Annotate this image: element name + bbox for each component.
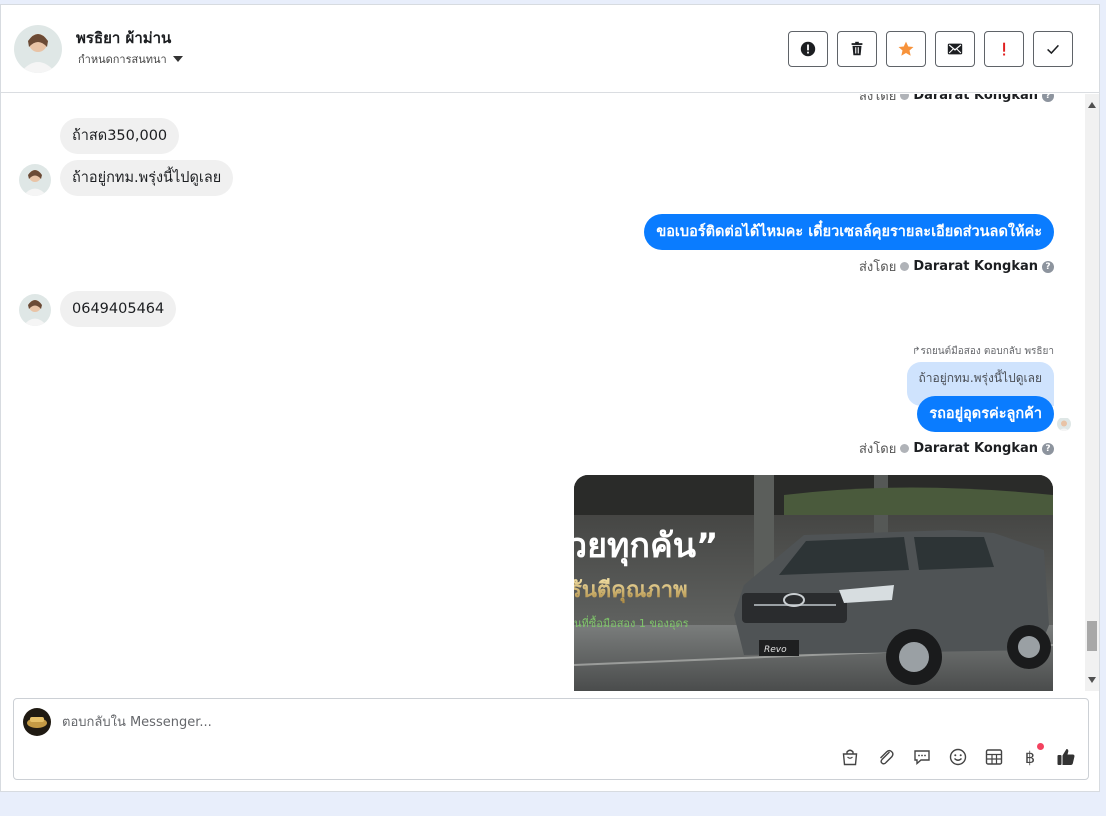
scroll-down-arrow-icon[interactable] <box>1088 677 1096 683</box>
verified-dot-icon <box>900 94 910 100</box>
scrollbar-thumb[interactable] <box>1087 621 1097 651</box>
verified-dot-icon <box>900 262 910 271</box>
outgoing-message[interactable]: ขอเบอร์ติดต่อได้ไหมคะ เดี๋ยวเซลล์คุยรายล… <box>644 214 1054 250</box>
agent-name: Dararat Kongkan <box>913 441 1038 456</box>
emoji-button[interactable] <box>946 745 970 769</box>
like-icon <box>1057 749 1075 765</box>
outgoing-message[interactable]: รถอยู่อุดรค่ะลูกค้า <box>917 396 1054 432</box>
attach-button[interactable] <box>874 745 898 769</box>
thread-scrollbar[interactable] <box>1085 94 1099 691</box>
reply-context-note: ↱รถยนต์มือสอง ตอบกลับ พรธิยา <box>912 346 1054 357</box>
envelope-icon <box>947 43 963 55</box>
mark-unread-button[interactable] <box>935 31 975 67</box>
incoming-message[interactable]: ถ้าอยู่กทม.พรุ่งนี้ไปดูเลย <box>60 160 234 196</box>
star-icon <box>898 41 914 56</box>
saved-reply-button[interactable] <box>910 745 934 769</box>
reply-composer: ฿ <box>13 698 1089 780</box>
sent-by-line: ส่งโดย Dararat Kongkan ? <box>859 256 1054 277</box>
caret-down-icon <box>172 56 183 62</box>
contact-avatar[interactable] <box>14 25 62 73</box>
scroll-up-arrow-icon[interactable] <box>1088 102 1096 108</box>
bag-icon <box>842 749 858 766</box>
contact-avatar-small <box>19 294 51 326</box>
assign-conversation-dropdown[interactable]: กำหนดการสนทนา <box>78 50 183 68</box>
composer-tools: ฿ <box>838 743 1078 769</box>
image-caption-line2: รันตีคุณภาพ <box>574 578 688 604</box>
contact-avatar-small <box>19 164 51 196</box>
agent-name: Dararat Kongkan <box>913 259 1038 274</box>
conversation-header: พรธิยา ผ้าม่าน กำหนดการสนทนา <box>1 5 1099 93</box>
notification-dot <box>1037 743 1044 750</box>
baht-icon: ฿ <box>1024 747 1036 767</box>
help-icon[interactable]: ? <box>1042 442 1054 455</box>
spam-button[interactable] <box>788 31 828 67</box>
header-actions <box>788 31 1073 67</box>
incoming-message[interactable]: 0649405464 <box>60 291 177 327</box>
trash-icon <box>851 41 863 56</box>
shop-button[interactable] <box>838 745 862 769</box>
conversation-panel: พรธิยา ผ้าม่าน กำหนดการสนทนา ส่งโดย Dara… <box>0 4 1100 792</box>
alert-circle-icon <box>800 41 816 57</box>
assign-label: กำหนดการสนทนา <box>78 53 167 66</box>
help-icon[interactable]: ? <box>1042 260 1054 273</box>
image-attachment[interactable]: วยทุกคัน” รันตีคุณภาพ นที่ซื้อมือสอง 1 ข… <box>574 475 1053 691</box>
paperclip-icon <box>880 749 894 765</box>
verified-dot-icon <box>900 444 910 453</box>
reply-arrow-icon: ↱ <box>912 346 921 357</box>
incoming-message[interactable]: ถ้าสด350,000 <box>60 118 180 154</box>
saved-reply-icon <box>914 750 930 766</box>
agent-name: Dararat Kongkan <box>913 94 1038 103</box>
sent-by-label: ส่งโดย <box>858 442 897 457</box>
page-avatar <box>23 708 51 736</box>
emoji-icon <box>949 748 967 766</box>
star-button[interactable] <box>886 31 926 67</box>
help-icon[interactable]: ? <box>1042 94 1054 102</box>
image-badge: Revo <box>764 645 787 655</box>
template-icon <box>985 749 1003 765</box>
sent-by-line: ส่งโดย Dararat Kongkan ? <box>859 94 1054 106</box>
exclamation-icon <box>1003 42 1006 56</box>
sent-by-line: ส่งโดย Dararat Kongkan ? <box>859 438 1054 459</box>
check-icon <box>1047 44 1059 55</box>
follow-up-button[interactable] <box>984 31 1024 67</box>
sent-by-label: ส่งโดย <box>858 260 897 275</box>
image-caption-line1: วยทุกคัน” <box>574 526 718 567</box>
reply-input[interactable] <box>62 711 762 733</box>
image-caption-line3: นที่ซื้อมือสอง 1 ของอุดร <box>574 615 689 630</box>
sent-by-label: ส่งโดย <box>858 94 897 104</box>
like-button[interactable] <box>1054 745 1078 769</box>
mark-done-button[interactable] <box>1033 31 1073 67</box>
contact-name[interactable]: พรธิยา ผ้าม่าน <box>76 26 171 50</box>
message-thread: ส่งโดย Dararat Kongkan ? ถ้าสด350,000 ถ้… <box>1 94 1085 691</box>
template-button[interactable] <box>982 745 1006 769</box>
delete-button[interactable] <box>837 31 877 67</box>
read-receipt-avatar <box>1057 417 1071 431</box>
payment-button[interactable]: ฿ <box>1018 743 1044 769</box>
